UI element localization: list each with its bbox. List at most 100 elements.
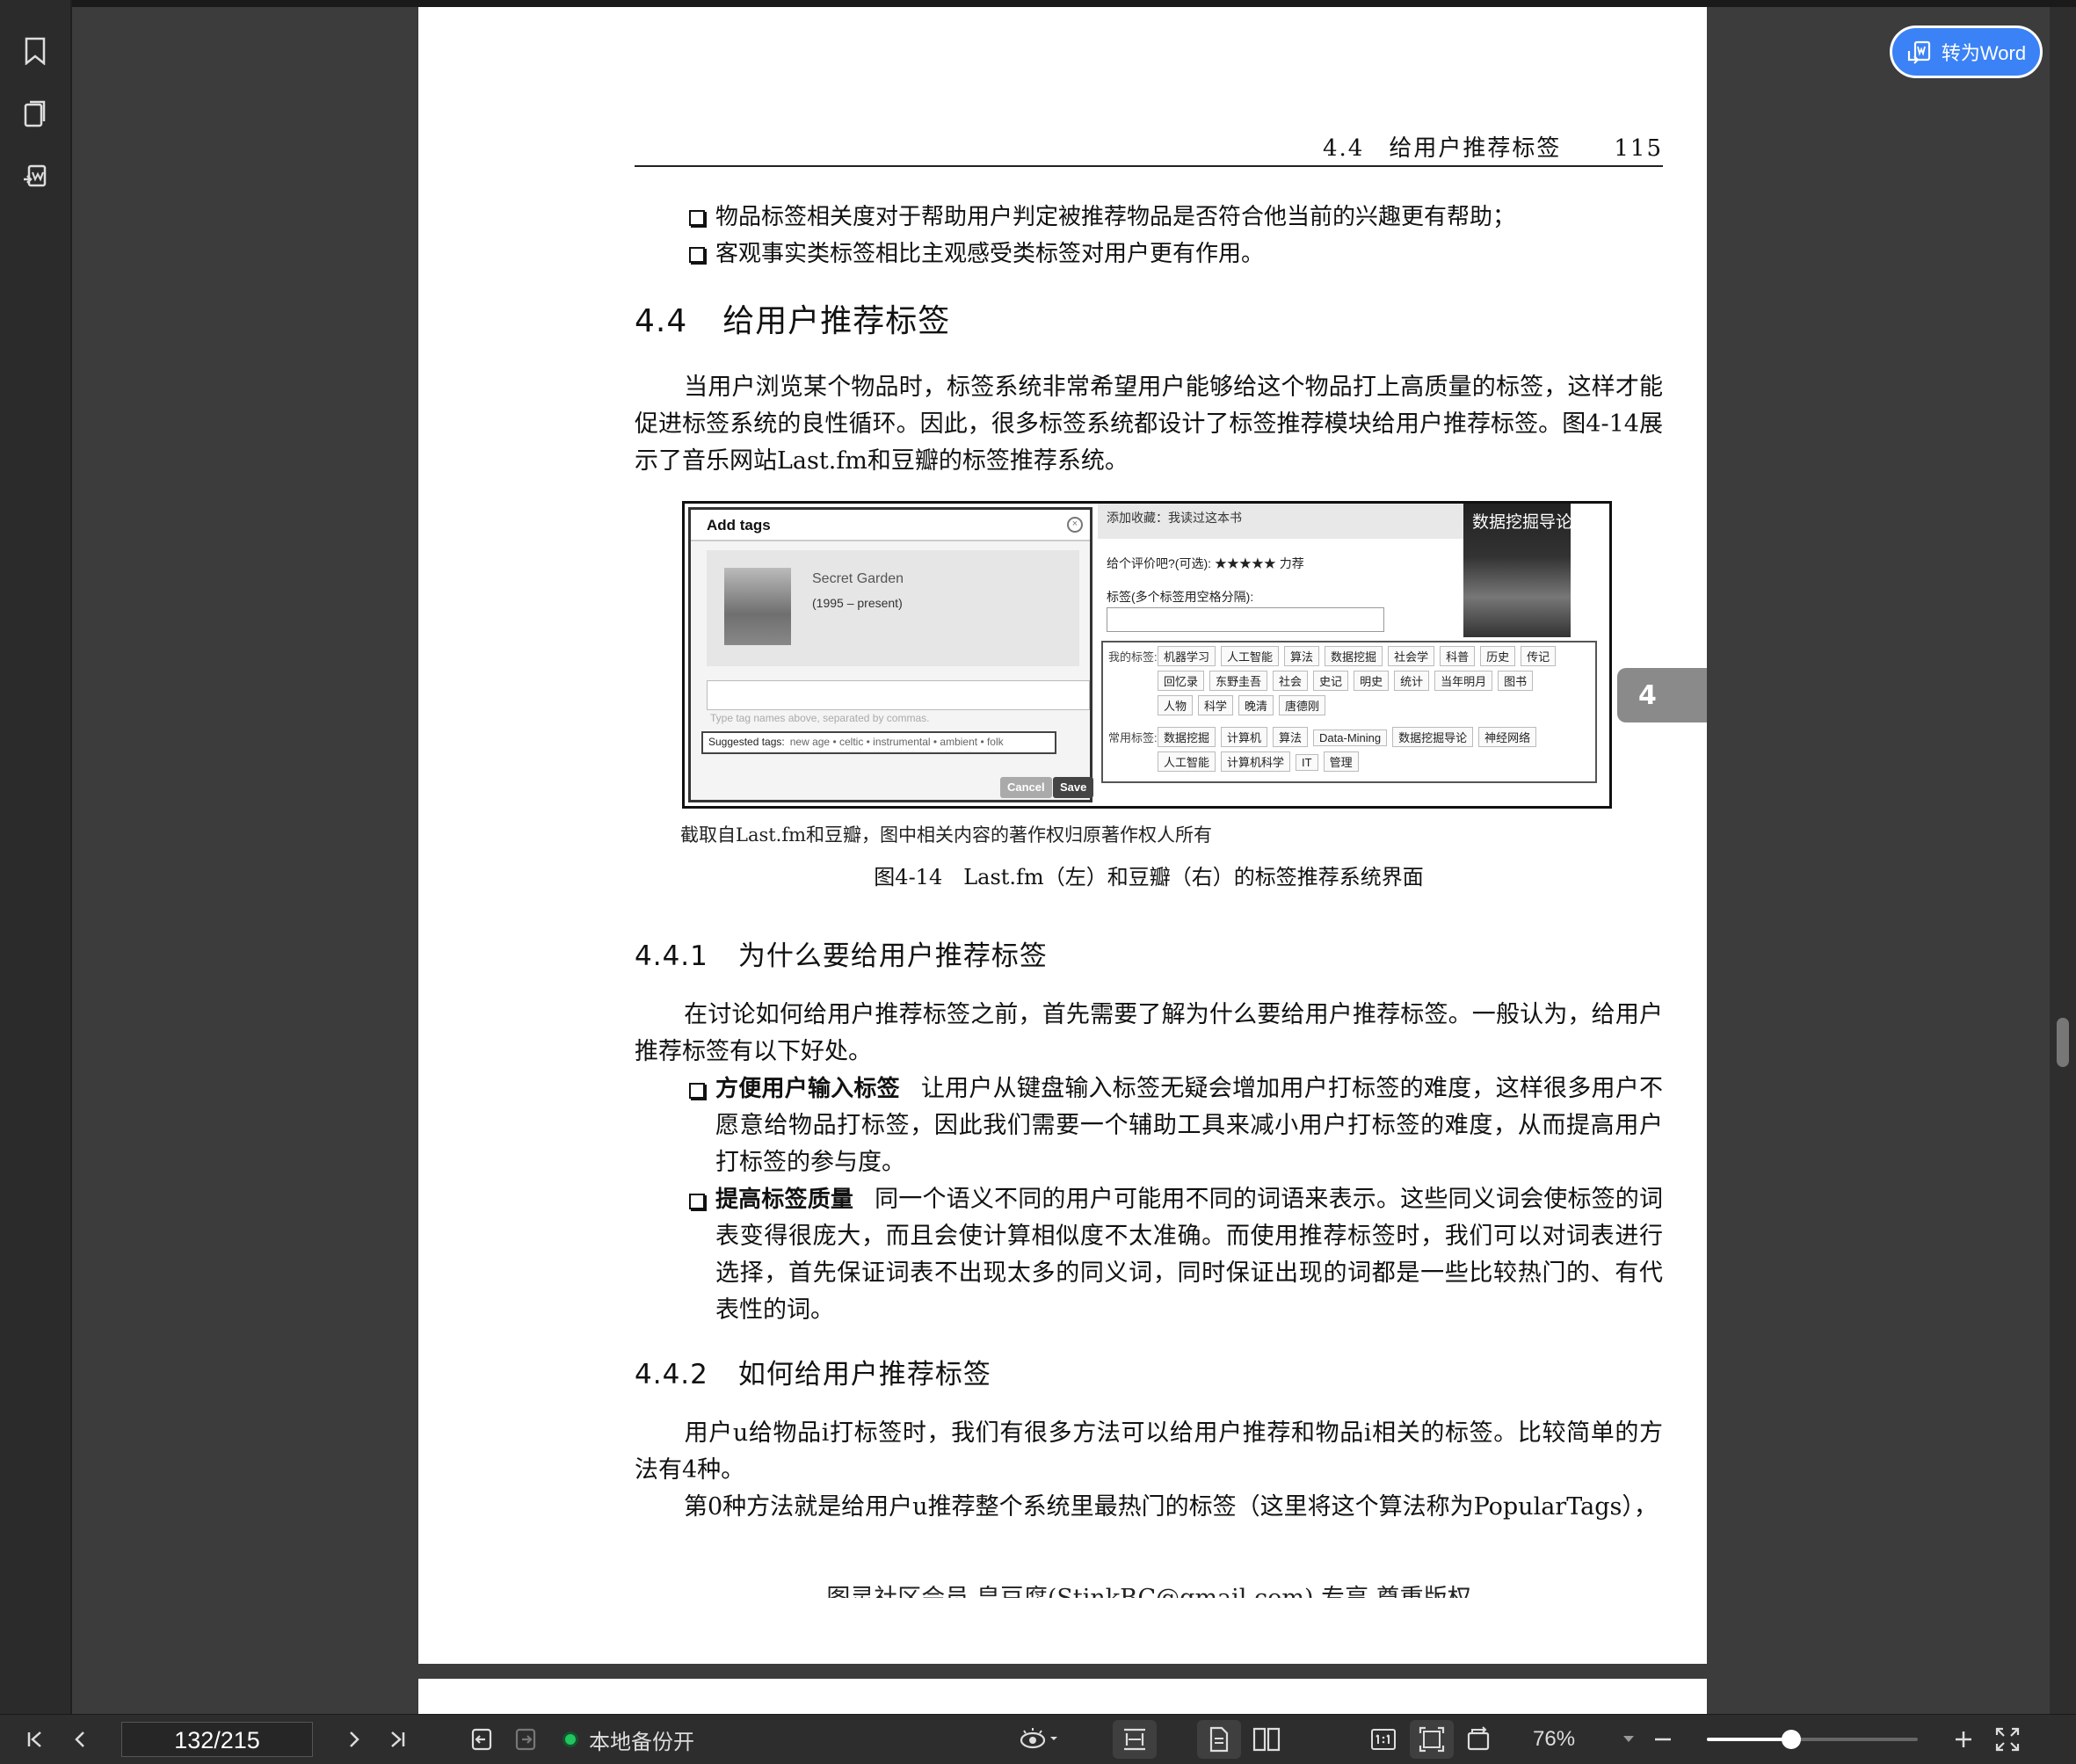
rotate-page-icon[interactable] bbox=[1459, 1715, 1498, 1764]
figure-credit: 截取自Last.fm和豆瓣，图中相关内容的著作权归原著作权人所有 bbox=[680, 824, 1213, 846]
local-backup-status[interactable]: 本地备份开 bbox=[563, 1715, 738, 1764]
zoom-slider[interactable] bbox=[1707, 1730, 1918, 1749]
back-view-icon[interactable] bbox=[464, 1715, 499, 1764]
tag-chip: 科学 bbox=[1198, 695, 1234, 715]
book-cover: 数据挖掘导论 bbox=[1463, 504, 1572, 637]
tag-chip: 社会学 bbox=[1388, 646, 1435, 666]
tag-chip: 数据挖掘 bbox=[1325, 646, 1383, 666]
chapter-tab[interactable]: 4 bbox=[1617, 668, 1707, 722]
list-item: 方便用户输入标签 让用户从键盘输入标签无疑会增加用户打标签的难度，这样很多用户不愿… bbox=[687, 1071, 1663, 1181]
next-page-icon[interactable] bbox=[336, 1715, 371, 1764]
paragraph: 当用户浏览某个物品时，标签系统非常希望用户能够给这个物品打上高质量的标签，这样才… bbox=[635, 374, 1663, 475]
list-item: 物品标签相关度对于帮助用户判定被推荐物品是否符合他当前的兴趣更有帮助； bbox=[687, 199, 1654, 236]
tag-chip: IT bbox=[1296, 754, 1318, 771]
page-number-input[interactable]: 132/215 bbox=[121, 1722, 313, 1757]
bullet-text: 同一个语义不同的用户可能用不同的词语来表示。这些同义词会使标签的词表变得很庞大，… bbox=[715, 1186, 1663, 1324]
tag-chip: 机器学习 bbox=[1158, 646, 1216, 666]
eye-care-mode-icon[interactable] bbox=[1013, 1715, 1065, 1764]
my-tags-row-1: 我的标签: 机器学习 人工智能 算法 数据挖掘 社会学 科普 历史 传记 bbox=[1108, 646, 1561, 666]
first-page-icon[interactable] bbox=[18, 1715, 53, 1764]
figure-caption: 图4-14 Last.fm（左）和豆瓣（右）的标签推荐系统界面 bbox=[874, 865, 1424, 889]
tag-chip: 算法 bbox=[1273, 727, 1309, 747]
heading-title: 为什么要给用户推荐标签 bbox=[737, 940, 1048, 972]
section-heading-4-4: 4.4 给用户推荐标签 bbox=[635, 295, 950, 341]
single-page-icon[interactable] bbox=[1197, 1720, 1241, 1759]
tag-chip: 神经网络 bbox=[1478, 727, 1537, 747]
annotations-icon[interactable] bbox=[16, 158, 54, 197]
artist-photo bbox=[724, 568, 791, 645]
suggested-tags: Suggested tags: new age • celtic • instru… bbox=[701, 731, 1056, 754]
zoom-level[interactable]: 76% bbox=[1533, 1715, 1575, 1764]
paragraph: 在讨论如何给用户推荐标签之前，首先需要了解为什么要给用户推荐标签。一般认为，给用… bbox=[635, 1001, 1663, 1065]
bullet-term: 提高标签质量 bbox=[715, 1187, 854, 1213]
heading-number: 4.4 bbox=[635, 303, 688, 339]
bottom-toolbar: 132/215 本地备份开 76% bbox=[0, 1714, 2076, 1764]
word-convert-icon bbox=[1907, 40, 1931, 64]
tag-chip: 社会 bbox=[1273, 671, 1309, 691]
fit-page-icon[interactable] bbox=[1410, 1720, 1454, 1759]
paragraph: 第0种方法就是给用户u推荐整个系统里最热门的标签（这里将这个算法称为Popula… bbox=[684, 1493, 1658, 1521]
cancel-button-image: Cancel bbox=[1000, 777, 1052, 798]
suggested-tag-list: new age • celtic • instrumental • ambien… bbox=[789, 736, 1004, 748]
common-tags-row-1: 常用标签: 数据挖掘 计算机 算法 Data-Mining 数据挖掘导论 神经网络 bbox=[1108, 727, 1542, 747]
list-item: 客观事实类标签相比主观感受类标签对用户更有作用。 bbox=[687, 236, 1654, 272]
previous-page-icon[interactable] bbox=[63, 1715, 98, 1764]
pdf-page: 4.4 给用户推荐标签 115 物品标签相关度对于帮助用户判定被推荐物品是否符合他… bbox=[418, 7, 1707, 1664]
thumbnails-icon[interactable] bbox=[16, 95, 54, 134]
tag-chip: 东野圭吾 bbox=[1209, 671, 1268, 691]
lastfm-add-tags-dialog: Add tags × Secret Garden (1995 – present… bbox=[688, 507, 1094, 802]
fit-width-icon[interactable] bbox=[1113, 1720, 1157, 1759]
artist-years: (1995 – present) bbox=[812, 596, 903, 610]
heading-title: 给用户推荐标签 bbox=[722, 303, 951, 339]
artist-name: Secret Garden bbox=[812, 571, 904, 586]
last-page-icon[interactable] bbox=[380, 1715, 415, 1764]
tag-chip: 算法 bbox=[1284, 646, 1320, 666]
backup-label: 本地备份开 bbox=[589, 1730, 694, 1754]
tag-chip: 晚清 bbox=[1238, 695, 1274, 715]
document-viewport[interactable]: 4.4 给用户推荐标签 115 物品标签相关度对于帮助用户判定被推荐物品是否符合他… bbox=[72, 7, 2050, 1714]
save-button-image: Save bbox=[1053, 777, 1094, 798]
douban-tag-panel: 添加收藏：我读过这本书 数据挖掘导论 给个评价吧?(可选): ★★★★★ 力荐 … bbox=[1098, 504, 1608, 806]
tag-field-image bbox=[1107, 607, 1384, 632]
tag-chip: 人物 bbox=[1158, 695, 1194, 715]
paragraph: 用户u给物品i打标签时，我们有很多方法可以给用户推荐和物品i相关的标签。比较简单… bbox=[635, 1419, 1663, 1484]
tag-chip: 史记 bbox=[1313, 671, 1349, 691]
running-head: 4.4 给用户推荐标签 115 bbox=[635, 130, 1663, 167]
tag-chip: 历史 bbox=[1480, 646, 1516, 666]
zoom-slider-handle[interactable] bbox=[1782, 1730, 1801, 1749]
zoom-in-icon[interactable] bbox=[1948, 1715, 1979, 1764]
my-tags-label: 我的标签: bbox=[1108, 650, 1158, 664]
scrollbar-thumb[interactable] bbox=[2057, 1018, 2069, 1067]
bookmark-icon[interactable] bbox=[16, 32, 54, 70]
tag-chip: Data-Mining bbox=[1313, 730, 1388, 746]
common-tags-label: 常用标签: bbox=[1108, 731, 1158, 744]
fullscreen-icon[interactable] bbox=[1990, 1715, 2025, 1764]
actual-size-icon[interactable] bbox=[1364, 1715, 1403, 1764]
two-page-icon[interactable] bbox=[1245, 1715, 1288, 1764]
input-hint: Type tag names above, separated by comma… bbox=[710, 712, 930, 724]
tag-suggestion-box: 我的标签: 机器学习 人工智能 算法 数据挖掘 社会学 科普 历史 传记 回忆录 东野圭吾 社会 史记… bbox=[1101, 641, 1597, 783]
tag-chip: 统计 bbox=[1394, 671, 1430, 691]
tag-chip: 科普 bbox=[1440, 646, 1476, 666]
tag-input-image bbox=[707, 680, 1090, 710]
tag-chip: 图书 bbox=[1498, 671, 1534, 691]
tag-chip: 唐德刚 bbox=[1279, 695, 1326, 715]
forward-view-icon[interactable] bbox=[508, 1715, 543, 1764]
tag-chip: 明史 bbox=[1354, 671, 1390, 691]
convert-to-word-button[interactable]: 转为Word bbox=[1890, 25, 2043, 78]
convert-to-word-label: 转为Word bbox=[1941, 42, 2027, 64]
top-bullet-list: 物品标签相关度对于帮助用户判定被推荐物品是否符合他当前的兴趣更有帮助； 客观事实… bbox=[687, 199, 1654, 272]
heading-title: 如何给用户推荐标签 bbox=[737, 1359, 991, 1390]
zoom-slider-fill bbox=[1707, 1738, 1791, 1741]
zoom-dropdown-icon[interactable] bbox=[1615, 1715, 1642, 1764]
window-top-edge bbox=[0, 0, 2076, 7]
my-tags-row-3: 人物 科学 晚清 唐德刚 bbox=[1158, 695, 1331, 715]
zoom-out-icon[interactable] bbox=[1647, 1715, 1679, 1764]
tag-chip: 人工智能 bbox=[1221, 646, 1280, 666]
watermark-footer: 图灵社区会员 皇豆腐(StinkBC@gmail.com) 专享 尊重版权 bbox=[635, 1579, 1663, 1598]
heading-number: 4.4.1 bbox=[635, 940, 708, 972]
common-tags-row-2: 人工智能 计算机科学 IT 管理 bbox=[1158, 751, 1364, 772]
tag-chip: 人工智能 bbox=[1158, 751, 1216, 772]
vertical-scrollbar[interactable] bbox=[2050, 7, 2076, 1714]
tag-chip: 当年明月 bbox=[1434, 671, 1493, 691]
